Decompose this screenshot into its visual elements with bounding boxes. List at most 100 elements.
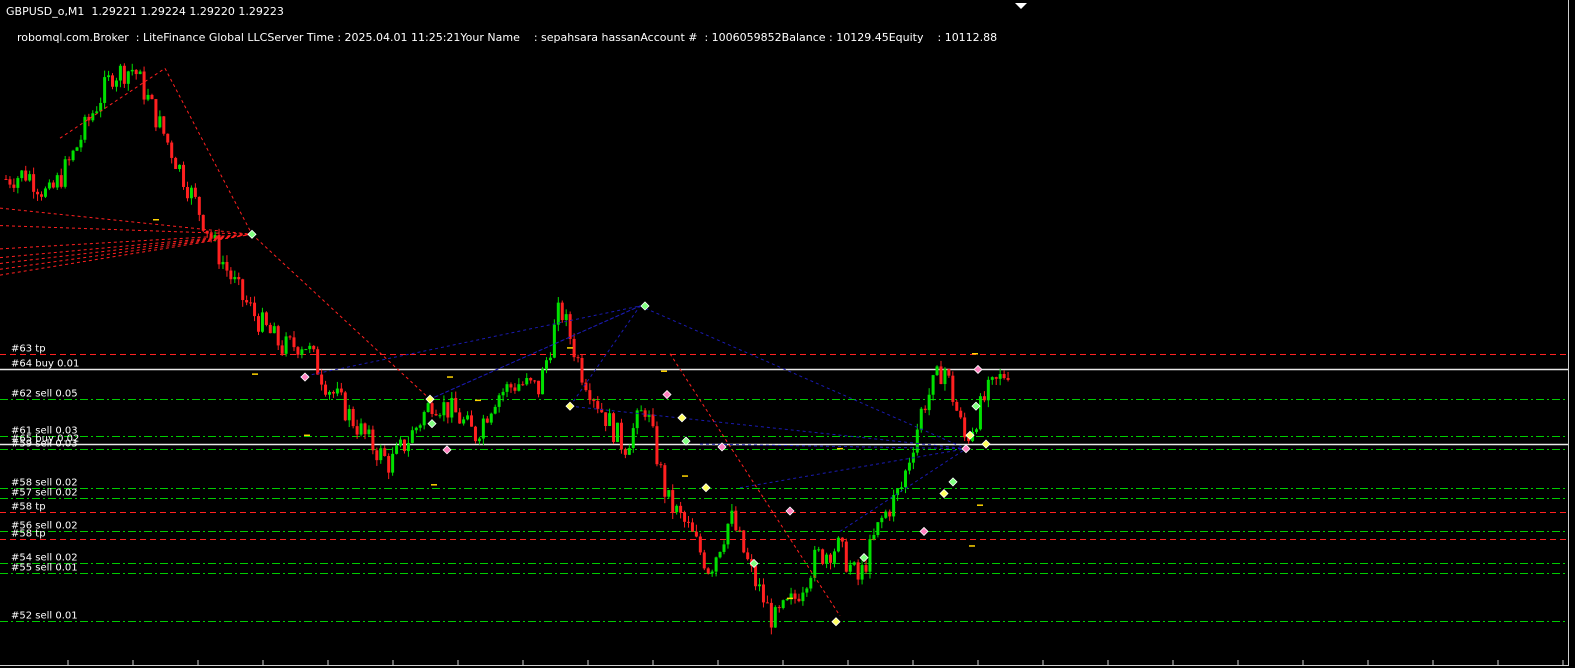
- candle-body: [241, 279, 245, 301]
- trade-marker-icon[interactable]: [973, 364, 983, 375]
- candle-body: [592, 399, 596, 402]
- trade-marker-icon[interactable]: [300, 372, 310, 382]
- candle-body: [284, 336, 288, 354]
- chart-shift-marker-icon[interactable]: [1015, 3, 1027, 9]
- trade-marker-icon[interactable]: [442, 445, 452, 455]
- trade-link-line: [299, 305, 641, 378]
- candle-body: [134, 69, 138, 75]
- account-info-line: robomql.com.Broker : LiteFinance Global …: [17, 31, 998, 44]
- candle-body: [939, 366, 943, 385]
- trade-marker-icon[interactable]: [981, 439, 991, 449]
- candle-body: [694, 531, 698, 537]
- trade-marker-icon[interactable]: [425, 394, 435, 404]
- candlestick-chart[interactable]: #63 tp#64 buy 0.01#62 sell 0.05#61 sell …: [0, 0, 1568, 665]
- candle-body: [189, 187, 193, 199]
- candle-body: [659, 464, 663, 466]
- candle-body: [59, 175, 63, 187]
- trade-marker-icon[interactable]: [427, 419, 437, 429]
- candle-body: [178, 164, 182, 170]
- candle-body: [631, 428, 635, 448]
- candle-body: [876, 522, 880, 536]
- candle-body: [477, 438, 481, 442]
- candle-body: [324, 384, 328, 395]
- candle-body: [738, 530, 742, 532]
- candle-body: [426, 403, 430, 413]
- candle-body: [769, 602, 773, 628]
- candle-body: [907, 462, 911, 471]
- candle-body: [840, 537, 844, 542]
- trade-marker-icon[interactable]: [565, 401, 575, 411]
- trade-marker-icon[interactable]: [677, 413, 687, 423]
- candle-body: [615, 422, 619, 442]
- candle-body: [860, 565, 864, 580]
- chart-area[interactable]: #63 tp #64 buy 0.01 #62 sell 0.05 #61 sell …: [0, 0, 1569, 666]
- candle-body: [158, 116, 162, 128]
- candle-body: [829, 554, 833, 563]
- candle-body: [371, 429, 375, 451]
- candle-body: [734, 510, 738, 531]
- candle-body: [588, 390, 592, 400]
- trade-marker-icon[interactable]: [919, 526, 929, 536]
- candle-body: [395, 445, 399, 454]
- candle-body: [505, 384, 509, 392]
- candle-body: [111, 75, 115, 87]
- candle-body: [572, 338, 576, 358]
- trade-link-line: [839, 448, 967, 532]
- trade-marker-icon[interactable]: [662, 389, 672, 400]
- candle-body: [963, 417, 967, 438]
- trade-marker-icon[interactable]: [939, 488, 949, 499]
- candle-body: [79, 139, 83, 148]
- candle-body: [974, 429, 978, 432]
- candle-body: [935, 366, 939, 376]
- trade-marker-icon[interactable]: [701, 483, 711, 493]
- candle-body: [706, 568, 710, 574]
- candle-body: [130, 69, 134, 72]
- trade-marker-icon[interactable]: [859, 553, 869, 563]
- candle-body: [529, 377, 533, 381]
- candle-body: [521, 384, 525, 386]
- candle-body: [276, 326, 280, 346]
- candle-body: [663, 465, 667, 497]
- trade-marker-icon[interactable]: [971, 401, 981, 411]
- candle-body: [316, 349, 320, 375]
- candle-body: [430, 403, 434, 414]
- candle-body: [28, 174, 32, 181]
- candle-body: [280, 345, 284, 354]
- candle-body: [797, 598, 801, 602]
- candle-body: [497, 395, 501, 407]
- candle-body: [844, 541, 848, 572]
- order-level-label: #55 sell 0.01: [11, 563, 78, 574]
- candle-body: [655, 426, 659, 465]
- candle-body: [367, 429, 371, 435]
- candle-body: [825, 554, 829, 564]
- candle-body: [292, 337, 296, 348]
- candle-body: [900, 487, 904, 490]
- candle-body: [481, 418, 485, 439]
- trade-marker-icon[interactable]: [948, 477, 958, 487]
- candle-body: [150, 94, 154, 100]
- candle-body: [817, 549, 821, 551]
- candle-body: [584, 382, 588, 391]
- candle-body: [813, 549, 817, 578]
- candle-body: [619, 422, 623, 450]
- candle-body: [517, 384, 521, 391]
- candle-body: [915, 429, 919, 453]
- trade-marker-icon[interactable]: [640, 301, 650, 311]
- candle-body: [458, 412, 462, 424]
- trade-marker-icon[interactable]: [247, 229, 257, 239]
- trade-marker-icon[interactable]: [785, 506, 795, 516]
- trade-marker-icon[interactable]: [961, 444, 971, 454]
- candle-body: [552, 324, 556, 358]
- candle-body: [233, 277, 237, 280]
- candle-body: [580, 357, 584, 383]
- candle-body: [698, 536, 702, 553]
- candle-body: [335, 388, 339, 394]
- candle-body: [406, 442, 410, 452]
- candle-body: [548, 357, 552, 361]
- candle-body: [8, 179, 12, 185]
- candle-body: [450, 397, 454, 418]
- candle-body: [623, 449, 627, 455]
- candle-body: [166, 133, 170, 143]
- order-level-label: #58 tp: [11, 529, 46, 540]
- trade-marker-icon[interactable]: [831, 617, 841, 627]
